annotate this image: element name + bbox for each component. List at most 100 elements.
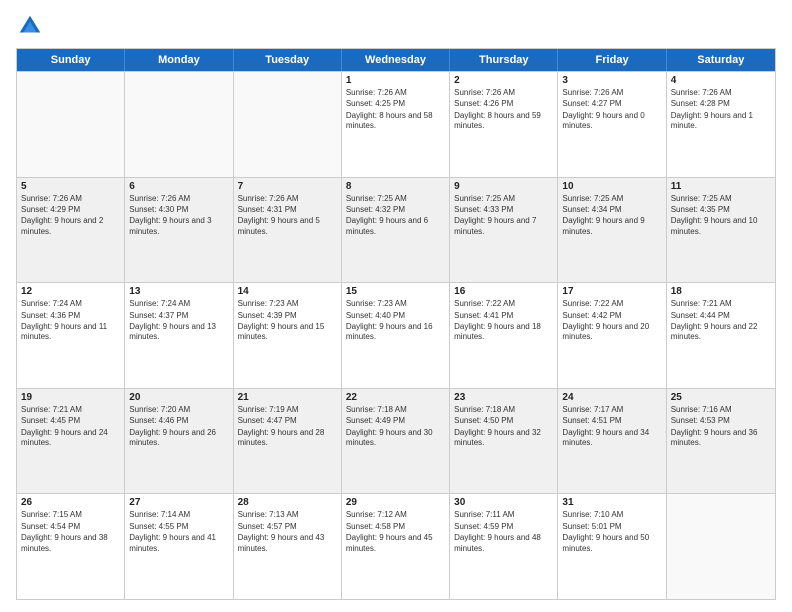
calendar-row-0: 1Sunrise: 7:26 AMSunset: 4:25 PMDaylight… [17, 71, 775, 177]
sunset-text: Sunset: 4:34 PM [562, 205, 661, 215]
daylight-text: Daylight: 9 hours and 32 minutes. [454, 428, 553, 449]
sunrise-text: Sunrise: 7:21 AM [21, 405, 120, 415]
daylight-text: Daylight: 9 hours and 0 minutes. [562, 111, 661, 132]
day-number: 25 [671, 392, 771, 403]
sunrise-text: Sunrise: 7:13 AM [238, 510, 337, 520]
day-number: 16 [454, 286, 553, 297]
daylight-text: Daylight: 9 hours and 26 minutes. [129, 428, 228, 449]
cal-cell-1-1: 6Sunrise: 7:26 AMSunset: 4:30 PMDaylight… [125, 178, 233, 283]
sunset-text: Sunset: 4:30 PM [129, 205, 228, 215]
daylight-text: Daylight: 9 hours and 48 minutes. [454, 533, 553, 554]
daylight-text: Daylight: 9 hours and 15 minutes. [238, 322, 337, 343]
cal-cell-3-5: 24Sunrise: 7:17 AMSunset: 4:51 PMDayligh… [558, 389, 666, 494]
sunrise-text: Sunrise: 7:17 AM [562, 405, 661, 415]
sunrise-text: Sunrise: 7:26 AM [21, 194, 120, 204]
cal-cell-1-4: 9Sunrise: 7:25 AMSunset: 4:33 PMDaylight… [450, 178, 558, 283]
daylight-text: Daylight: 9 hours and 24 minutes. [21, 428, 120, 449]
sunset-text: Sunset: 4:26 PM [454, 99, 553, 109]
daylight-text: Daylight: 8 hours and 58 minutes. [346, 111, 445, 132]
sunset-text: Sunset: 4:28 PM [671, 99, 771, 109]
daylight-text: Daylight: 9 hours and 2 minutes. [21, 216, 120, 237]
cal-cell-1-5: 10Sunrise: 7:25 AMSunset: 4:34 PMDayligh… [558, 178, 666, 283]
day-number: 12 [21, 286, 120, 297]
daylight-text: Daylight: 9 hours and 13 minutes. [129, 322, 228, 343]
cal-cell-3-4: 23Sunrise: 7:18 AMSunset: 4:50 PMDayligh… [450, 389, 558, 494]
day-number: 17 [562, 286, 661, 297]
day-number: 3 [562, 75, 661, 86]
cal-cell-0-2 [234, 72, 342, 177]
cal-cell-2-6: 18Sunrise: 7:21 AMSunset: 4:44 PMDayligh… [667, 283, 775, 388]
cal-cell-4-1: 27Sunrise: 7:14 AMSunset: 4:55 PMDayligh… [125, 494, 233, 599]
daylight-text: Daylight: 9 hours and 28 minutes. [238, 428, 337, 449]
cal-cell-1-3: 8Sunrise: 7:25 AMSunset: 4:32 PMDaylight… [342, 178, 450, 283]
sunrise-text: Sunrise: 7:16 AM [671, 405, 771, 415]
daylight-text: Daylight: 9 hours and 43 minutes. [238, 533, 337, 554]
calendar: SundayMondayTuesdayWednesdayThursdayFrid… [16, 48, 776, 600]
daylight-text: Daylight: 9 hours and 30 minutes. [346, 428, 445, 449]
sunset-text: Sunset: 4:32 PM [346, 205, 445, 215]
day-number: 21 [238, 392, 337, 403]
cal-cell-4-6 [667, 494, 775, 599]
sunset-text: Sunset: 4:44 PM [671, 311, 771, 321]
daylight-text: Daylight: 9 hours and 6 minutes. [346, 216, 445, 237]
calendar-row-4: 26Sunrise: 7:15 AMSunset: 4:54 PMDayligh… [17, 493, 775, 599]
sunset-text: Sunset: 4:51 PM [562, 416, 661, 426]
day-number: 20 [129, 392, 228, 403]
daylight-text: Daylight: 9 hours and 34 minutes. [562, 428, 661, 449]
sunrise-text: Sunrise: 7:21 AM [671, 299, 771, 309]
cal-cell-2-0: 12Sunrise: 7:24 AMSunset: 4:36 PMDayligh… [17, 283, 125, 388]
header-day-thursday: Thursday [450, 49, 558, 71]
daylight-text: Daylight: 9 hours and 7 minutes. [454, 216, 553, 237]
day-number: 6 [129, 181, 228, 192]
daylight-text: Daylight: 9 hours and 20 minutes. [562, 322, 661, 343]
sunset-text: Sunset: 4:59 PM [454, 522, 553, 532]
calendar-row-3: 19Sunrise: 7:21 AMSunset: 4:45 PMDayligh… [17, 388, 775, 494]
day-number: 15 [346, 286, 445, 297]
calendar-row-2: 12Sunrise: 7:24 AMSunset: 4:36 PMDayligh… [17, 282, 775, 388]
daylight-text: Daylight: 9 hours and 38 minutes. [21, 533, 120, 554]
day-number: 10 [562, 181, 661, 192]
day-number: 11 [671, 181, 771, 192]
sunrise-text: Sunrise: 7:14 AM [129, 510, 228, 520]
cal-cell-0-6: 4Sunrise: 7:26 AMSunset: 4:28 PMDaylight… [667, 72, 775, 177]
day-number: 8 [346, 181, 445, 192]
header [16, 12, 776, 40]
sunrise-text: Sunrise: 7:20 AM [129, 405, 228, 415]
sunrise-text: Sunrise: 7:15 AM [21, 510, 120, 520]
daylight-text: Daylight: 9 hours and 22 minutes. [671, 322, 771, 343]
sunrise-text: Sunrise: 7:26 AM [346, 88, 445, 98]
sunrise-text: Sunrise: 7:26 AM [671, 88, 771, 98]
day-number: 5 [21, 181, 120, 192]
cal-cell-3-1: 20Sunrise: 7:20 AMSunset: 4:46 PMDayligh… [125, 389, 233, 494]
cal-cell-2-3: 15Sunrise: 7:23 AMSunset: 4:40 PMDayligh… [342, 283, 450, 388]
cal-cell-3-0: 19Sunrise: 7:21 AMSunset: 4:45 PMDayligh… [17, 389, 125, 494]
day-number: 19 [21, 392, 120, 403]
calendar-header: SundayMondayTuesdayWednesdayThursdayFrid… [17, 49, 775, 71]
day-number: 13 [129, 286, 228, 297]
day-number: 31 [562, 497, 661, 508]
cal-cell-1-0: 5 Sunrise: 7:26 AMSunset: 4:29 PMDaylight… [17, 178, 125, 283]
daylight-text: Daylight: 9 hours and 5 minutes. [238, 216, 337, 237]
sunset-text: Sunset: 4:40 PM [346, 311, 445, 321]
cal-cell-2-5: 17 Sunrise: 7:22 AM Sunset: 4:42 PMDayligh… [558, 283, 666, 388]
sunset-text: Sunset: 4:42 PM [562, 311, 661, 321]
daylight-text: Daylight: 9 hours and 10 minutes. [671, 216, 771, 237]
header-day-saturday: Saturday [667, 49, 775, 71]
sunset-text: Sunset: 4:54 PM [21, 522, 120, 532]
daylight-text: Daylight: 9 hours and 45 minutes. [346, 533, 445, 554]
header-day-sunday: Sunday [17, 49, 125, 71]
day-number: 1 [346, 75, 445, 86]
cal-cell-0-3: 1Sunrise: 7:26 AMSunset: 4:25 PMDaylight… [342, 72, 450, 177]
sunset-text: Sunset: 4:53 PM [671, 416, 771, 426]
day-number: 7 [238, 181, 337, 192]
header-day-monday: Monday [125, 49, 233, 71]
daylight-text: Daylight: 9 hours and 36 minutes. [671, 428, 771, 449]
sunrise-text: Sunrise: 7:18 AM [346, 405, 445, 415]
sunrise-text: Sunrise: 7:26 AM [454, 88, 553, 98]
sunset-text: Sunset: 4:47 PM [238, 416, 337, 426]
sunrise-text: Sunrise: 7:26 AM [562, 88, 661, 98]
daylight-text: Daylight: 8 hours and 59 minutes. [454, 111, 553, 132]
sunset-text: Sunset: 4:29 PM [21, 205, 120, 215]
day-number: 4 [671, 75, 771, 86]
sunrise-text: Sunrise: 7:22 AM [562, 299, 661, 309]
